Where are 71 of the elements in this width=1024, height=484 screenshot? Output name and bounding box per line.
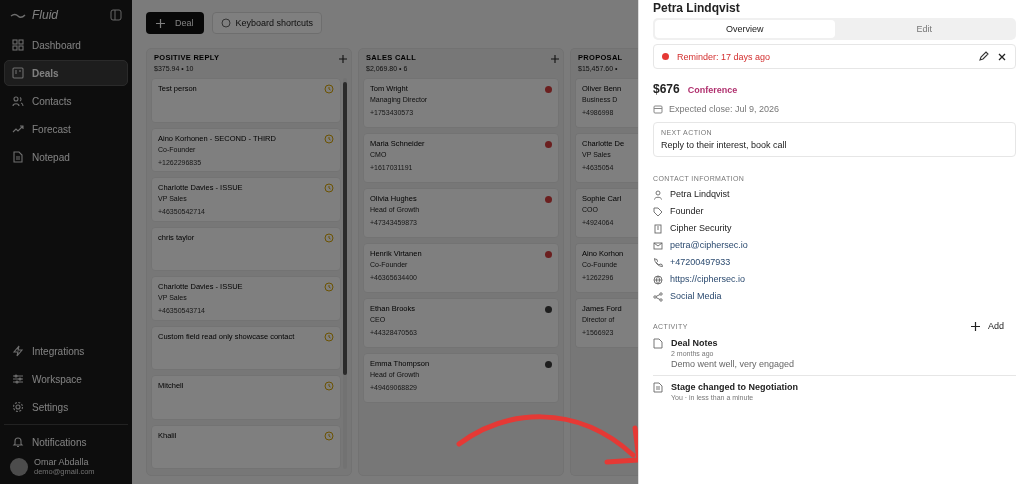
plus-icon: [971, 321, 980, 331]
wave-logo-icon: [10, 11, 26, 19]
nav-item[interactable]: Notepad: [4, 144, 128, 170]
person-icon: [653, 189, 663, 200]
contact-detail: Cipher Security: [670, 223, 732, 234]
nav-icon: [12, 345, 24, 357]
nav-item[interactable]: Integrations: [4, 338, 128, 364]
new-deal-button[interactable]: Deal: [146, 12, 204, 34]
add-icon[interactable]: [551, 55, 559, 63]
nav-item[interactable]: Settings: [4, 394, 128, 420]
circle-icon: [220, 18, 231, 28]
deal-amount: $676: [653, 82, 680, 96]
web-icon: [653, 274, 663, 285]
clock-icon: [324, 232, 334, 243]
social-icon: [653, 291, 663, 302]
contact-detail: Petra Lindqvist: [670, 189, 730, 200]
nav-icon: [12, 123, 24, 135]
tag-icon: [653, 206, 663, 217]
app-logo: Fluid: [32, 8, 58, 22]
add-icon[interactable]: [339, 55, 347, 63]
pencil-icon[interactable]: [978, 51, 989, 62]
activity-title: Stage changed to Negotiation: [671, 382, 798, 392]
nav-item[interactable]: Deals: [4, 60, 128, 86]
activity-title: Deal Notes: [671, 338, 719, 348]
email-icon: [653, 240, 663, 251]
reminder-dot: [662, 53, 669, 60]
nav-item[interactable]: Contacts: [4, 88, 128, 114]
clock-icon: [324, 282, 334, 292]
clock-icon: [324, 331, 334, 342]
tab[interactable]: Edit: [834, 20, 1014, 38]
contact-link[interactable]: https://ciphersec.io: [670, 274, 746, 285]
nav-icon: [12, 401, 24, 413]
plus-icon: [156, 18, 165, 28]
nav-icon: [12, 373, 24, 385]
nav-item[interactable]: Workspace: [4, 366, 128, 392]
deal-source: Conference: [687, 85, 738, 95]
add-activity-button[interactable]: Add: [965, 320, 1010, 332]
document-icon: [653, 382, 663, 393]
bell-icon: [12, 436, 24, 448]
nav-item[interactable]: Dashboard: [4, 32, 128, 58]
clock-icon: [324, 133, 334, 144]
scrollbar[interactable]: [343, 78, 347, 469]
notifications-link[interactable]: Notifications: [4, 429, 128, 455]
note-icon: [653, 338, 663, 349]
contact-link[interactable]: petra@ciphersec.io: [670, 240, 748, 251]
calendar-icon: [653, 104, 663, 114]
close-icon[interactable]: [997, 51, 1007, 62]
phone-icon: [653, 257, 663, 268]
company-icon: [653, 223, 663, 234]
keyboard-shortcuts-button[interactable]: Keyboard shortcuts: [211, 12, 323, 34]
user-name: Omar Abdalla: [34, 457, 90, 467]
contact-link[interactable]: +47200497933: [670, 257, 731, 268]
avatar: [10, 457, 28, 476]
clock-icon: [324, 430, 334, 441]
nav-icon: [12, 151, 24, 163]
nav-icon: [12, 39, 24, 51]
clock-icon: [324, 183, 334, 193]
clock-icon: [324, 381, 334, 391]
contact-link[interactable]: Social Media: [670, 291, 722, 302]
expected-close: Expected close: Jul 9, 2026: [669, 104, 780, 114]
contact-detail: Founder: [670, 206, 704, 217]
reminder-text: Reminder: 17 days ago: [677, 51, 772, 62]
nav-icon: [12, 67, 24, 79]
activity-text: Demo went well, very engaged: [671, 359, 795, 369]
nav-icon: [12, 95, 24, 107]
tab[interactable]: Overview: [655, 20, 835, 38]
clock-icon: [324, 84, 334, 94]
sidebar-toggle-icon[interactable]: [110, 9, 122, 21]
deal-title: Petra Lindqvist: [653, 1, 741, 15]
nav-item[interactable]: Forecast: [4, 116, 128, 142]
next-action-text: Reply to their interest, book call: [661, 140, 788, 150]
